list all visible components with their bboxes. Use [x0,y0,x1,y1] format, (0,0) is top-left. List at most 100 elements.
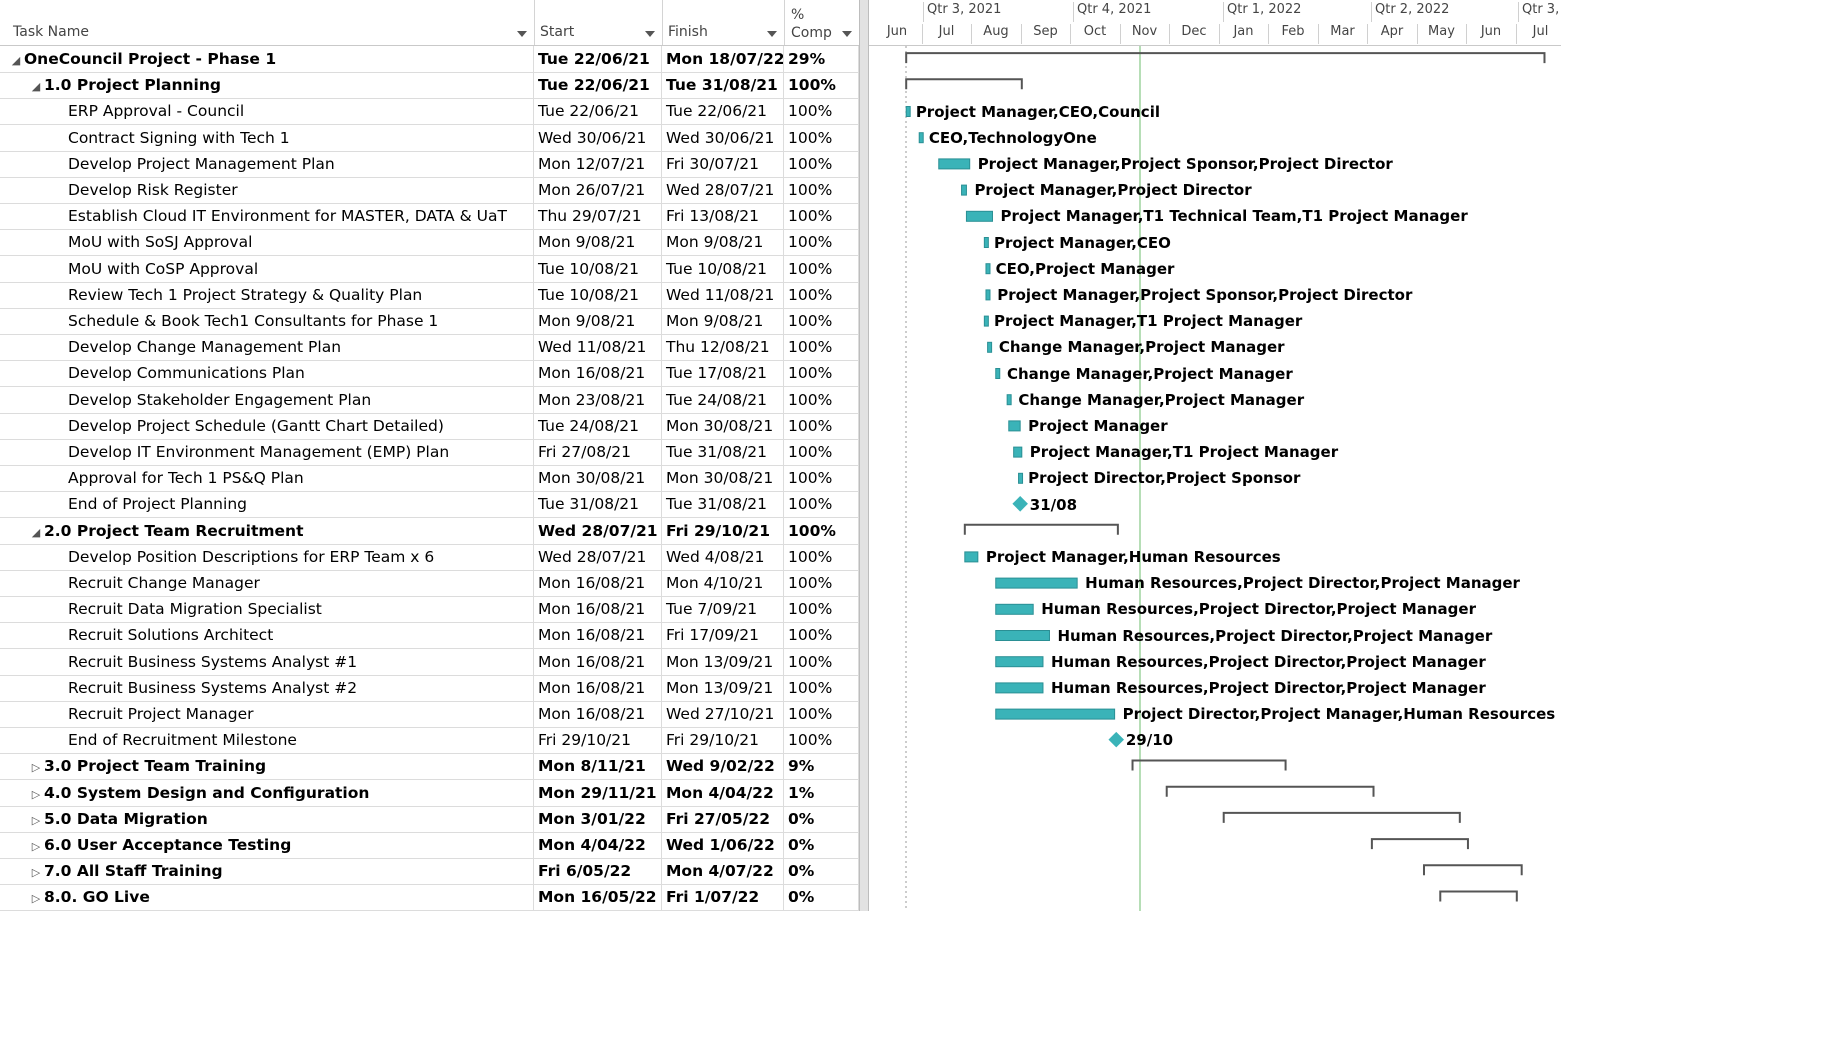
finish-cell[interactable]: Wed 4/08/21 [663,543,784,570]
task-bar[interactable] [1013,446,1023,458]
task-name-cell[interactable]: ▷ 4.0 System Design and Configuration [8,779,534,806]
finish-cell[interactable]: Mon 4/04/22 [663,779,784,806]
dropdown-arrow-icon[interactable] [645,31,655,37]
task-row[interactable]: Develop Project Schedule (Gantt Chart De… [0,412,861,440]
start-cell[interactable]: Tue 10/08/21 [535,281,662,308]
task-bar[interactable] [985,263,991,275]
expand-icon[interactable]: ▷ [28,782,44,806]
start-cell[interactable]: Mon 9/08/21 [535,308,662,334]
summary-bar[interactable] [905,78,1023,90]
finish-cell[interactable]: Fri 30/07/21 [663,150,784,177]
task-name-cell[interactable]: Develop Communications Plan [8,360,534,387]
task-name-cell[interactable]: End of Project Planning [8,491,534,518]
task-row[interactable]: Recruit Solutions Architect Mon 16/08/21 F… [0,622,861,650]
finish-cell[interactable]: Wed 1/06/22 [663,832,784,858]
expand-icon[interactable]: ▷ [28,755,44,779]
pct-complete-cell[interactable]: 100% [785,727,859,754]
start-cell[interactable]: Tue 22/06/21 [535,98,662,125]
task-bar[interactable] [938,158,971,170]
finish-cell[interactable]: Fri 27/05/22 [663,805,784,832]
expand-icon[interactable]: ▷ [28,860,44,884]
task-name-cell[interactable]: ▷ 8.0. GO Live [8,884,534,911]
finish-cell[interactable]: Fri 13/08/21 [663,203,784,230]
pct-complete-cell[interactable]: 100% [785,255,859,282]
finish-cell[interactable]: Mon 4/07/22 [663,858,784,885]
task-name-cell[interactable]: Develop Risk Register [8,177,534,203]
pct-complete-cell[interactable]: 100% [785,177,859,203]
pct-complete-cell[interactable]: 100% [785,308,859,334]
start-cell[interactable]: Mon 16/08/21 [535,701,662,727]
task-name-cell[interactable]: Develop Stakeholder Engagement Plan [8,386,534,413]
finish-cell[interactable]: Wed 11/08/21 [663,281,784,308]
finish-cell[interactable]: Tue 10/08/21 [663,255,784,282]
task-name-cell[interactable]: MoU with SoSJ Approval [8,229,534,256]
column-header-start[interactable]: Start [535,0,663,45]
start-cell[interactable]: Wed 28/07/21 [535,543,662,570]
task-bar[interactable] [1018,472,1024,484]
finish-cell[interactable]: Tue 31/08/21 [663,491,784,518]
summary-task-row[interactable]: ▷ 4.0 System Design and Configuration Mon … [0,779,861,807]
task-name-cell[interactable]: ERP Approval - Council [8,98,534,125]
start-cell[interactable]: Mon 4/04/22 [535,832,662,858]
summary-task-row[interactable]: ▷ 7.0 All Staff Training Fri 6/05/22 Mon 4/… [0,858,861,886]
pane-splitter[interactable] [859,0,869,911]
task-bar[interactable] [995,368,1001,379]
collapse-icon[interactable]: ◢ [8,48,24,72]
finish-cell[interactable]: Mon 30/08/21 [663,412,784,439]
task-bar[interactable] [995,682,1044,694]
finish-cell[interactable]: Fri 29/10/21 [663,727,784,754]
task-bar[interactable] [983,237,989,248]
start-cell[interactable]: Tue 31/08/21 [535,491,662,518]
pct-complete-cell[interactable]: 100% [785,386,859,413]
pct-complete-cell[interactable]: 100% [785,517,859,544]
finish-cell[interactable]: Tue 24/08/21 [663,386,784,413]
start-cell[interactable]: Mon 26/07/21 [535,177,662,203]
start-cell[interactable]: Mon 3/01/22 [535,805,662,832]
pct-complete-cell[interactable]: 100% [785,98,859,125]
dropdown-arrow-icon[interactable] [842,31,852,37]
task-row[interactable]: Develop Position Descriptions for ERP Te… [0,543,861,571]
dropdown-arrow-icon[interactable] [767,31,777,37]
start-cell[interactable]: Fri 29/10/21 [535,727,662,754]
pct-complete-cell[interactable]: 1% [785,779,859,806]
pct-complete-cell[interactable]: 100% [785,281,859,308]
pct-complete-cell[interactable]: 0% [785,884,859,911]
start-cell[interactable]: Mon 16/08/21 [535,674,662,701]
expand-icon[interactable]: ▷ [28,886,44,910]
pct-complete-cell[interactable]: 0% [785,805,859,832]
task-name-cell[interactable]: Recruit Business Systems Analyst #1 [8,648,534,675]
summary-bar[interactable] [1222,811,1461,823]
start-cell[interactable]: Wed 30/06/21 [535,124,662,151]
finish-cell[interactable]: Tue 17/08/21 [663,360,784,387]
task-name-cell[interactable]: ◢ 1.0 Project Planning [8,72,534,99]
finish-cell[interactable]: Wed 30/06/21 [663,124,784,151]
pct-complete-cell[interactable]: 100% [785,465,859,492]
finish-cell[interactable]: Wed 9/02/22 [663,753,784,780]
finish-cell[interactable]: Wed 28/07/21 [663,177,784,203]
pct-complete-cell[interactable]: 100% [785,72,859,99]
summary-task-row[interactable]: ◢ 1.0 Project Planning Tue 22/06/21 Tue 31/… [0,72,861,100]
milestone-diamond[interactable] [1108,731,1125,748]
task-bar[interactable] [995,708,1116,720]
pct-complete-cell[interactable]: 100% [785,701,859,727]
collapse-icon[interactable]: ◢ [28,74,44,98]
task-name-cell[interactable]: Recruit Solutions Architect [8,622,534,649]
expand-icon[interactable]: ▷ [28,834,44,858]
task-row[interactable]: Develop Risk Register Mon 26/07/21 Wed 28/… [0,177,861,204]
task-row[interactable]: MoU with CoSP Approval Tue 10/08/21 Tue 10… [0,255,861,283]
summary-bar[interactable] [905,52,1546,64]
task-name-cell[interactable]: Develop IT Environment Management (EMP) … [8,439,534,465]
start-cell[interactable]: Mon 8/11/21 [535,753,662,780]
task-name-cell[interactable]: Recruit Data Migration Specialist [8,596,534,623]
start-cell[interactable]: Mon 9/08/21 [535,229,662,256]
finish-cell[interactable]: Fri 17/09/21 [663,622,784,649]
finish-cell[interactable]: Fri 29/10/21 [663,517,784,544]
task-bar[interactable] [965,210,993,222]
finish-cell[interactable]: Mon 4/10/21 [663,570,784,596]
task-name-cell[interactable]: Review Tech 1 Project Strategy & Quality… [8,281,534,308]
summary-task-row[interactable]: ▷ 3.0 Project Team Training Mon 8/11/21 Wed… [0,753,861,781]
start-cell[interactable]: Tue 22/06/21 [535,72,662,99]
task-row[interactable]: Develop Change Management Plan Wed 11/08/… [0,334,861,362]
summary-task-row[interactable]: ▷ 5.0 Data Migration Mon 3/01/22 Fri 27/05/… [0,805,861,833]
pct-complete-cell[interactable]: 100% [785,124,859,151]
